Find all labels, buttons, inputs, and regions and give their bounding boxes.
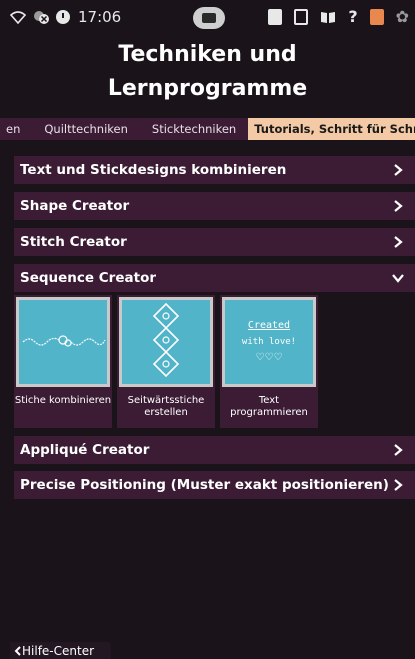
tile-label: Text programmieren xyxy=(230,395,308,418)
accordion-stitch-creator[interactable]: Stitch Creator xyxy=(14,228,415,256)
window-icon[interactable] xyxy=(294,8,309,25)
cloud-off-icon xyxy=(32,10,50,24)
tab-sticktechniken[interactable]: Sticktechniken xyxy=(140,118,248,140)
bookmark-icon[interactable] xyxy=(369,8,384,25)
back-arrow-icon xyxy=(14,645,21,656)
machine-status-icon[interactable] xyxy=(193,7,225,29)
tab-tutorials[interactable]: Tutorials, Schritt für Schritt xyxy=(248,118,415,140)
tab-bar: en Quilttechniken Sticktechniken Tutoria… xyxy=(0,118,415,140)
tile-seitwaertsstiche-erstellen[interactable]: Seitwärtsstiche erstellen xyxy=(117,295,215,428)
accordion-sequence-creator[interactable]: Sequence Creator xyxy=(14,264,415,292)
tile-label: Seitwärtsstiche erstellen xyxy=(127,395,205,418)
chevron-right-icon xyxy=(394,444,403,456)
help-center-button[interactable]: Hilfe-Center xyxy=(10,642,111,659)
clock-icon xyxy=(56,10,70,24)
help-icon[interactable]: ? xyxy=(348,7,357,26)
stitch-wave-icon xyxy=(22,335,106,347)
status-time: 17:06 xyxy=(78,8,122,26)
tile-stiche-kombinieren[interactable]: Stiche kombinieren xyxy=(14,295,112,428)
chevron-right-icon xyxy=(394,200,403,212)
gear-icon[interactable]: ✿ xyxy=(396,7,409,26)
tile-image xyxy=(119,297,213,387)
accordion-label: Text und Stickdesigns kombinieren xyxy=(20,162,287,178)
tab-partial[interactable]: en xyxy=(0,118,32,140)
page-title: Techniken und Lernprogramme xyxy=(107,42,308,101)
tile-image: Created with love! ♡♡♡ xyxy=(222,297,316,387)
status-bar: 17:06 ? ✿ xyxy=(0,0,415,34)
chevron-down-icon xyxy=(392,274,404,283)
chevron-right-icon xyxy=(394,479,403,491)
text-preview-icon: Created with love! ♡♡♡ xyxy=(242,320,296,363)
help-center-label: Hilfe-Center xyxy=(22,643,95,658)
wifi-icon xyxy=(10,10,26,24)
accordion-label: Stitch Creator xyxy=(20,234,127,250)
book-icon[interactable] xyxy=(320,10,336,24)
diamond-chain-icon xyxy=(152,302,180,378)
tab-quilttechniken[interactable]: Quilttechniken xyxy=(32,118,140,140)
screen-icon[interactable] xyxy=(268,8,283,25)
accordion-applique-creator[interactable]: Appliqué Creator xyxy=(14,436,415,464)
sequence-creator-tiles: Stiche kombinieren Seitwärtsstiche erste… xyxy=(14,295,415,430)
chevron-right-icon xyxy=(394,236,403,248)
preview-line-2: with love! xyxy=(242,337,296,347)
accordion-shape-creator[interactable]: Shape Creator xyxy=(14,192,415,220)
accordion-label: Appliqué Creator xyxy=(20,442,150,458)
preview-line-1: Created xyxy=(248,320,290,331)
tile-image xyxy=(16,297,110,387)
chevron-right-icon xyxy=(394,164,403,176)
accordion-text-und-stickdesigns[interactable]: Text und Stickdesigns kombinieren xyxy=(14,156,415,184)
accordion-label: Shape Creator xyxy=(20,198,130,214)
accordion-label: Sequence Creator xyxy=(20,270,156,286)
accordion-label: Precise Positioning (Muster exakt positi… xyxy=(20,477,389,493)
preview-line-3: ♡♡♡ xyxy=(256,352,283,363)
tile-label: Stiche kombinieren xyxy=(14,395,112,406)
accordion-precise-positioning[interactable]: Precise Positioning (Muster exakt positi… xyxy=(14,471,415,499)
tile-text-programmieren[interactable]: Created with love! ♡♡♡ Text programmiere… xyxy=(220,295,318,428)
